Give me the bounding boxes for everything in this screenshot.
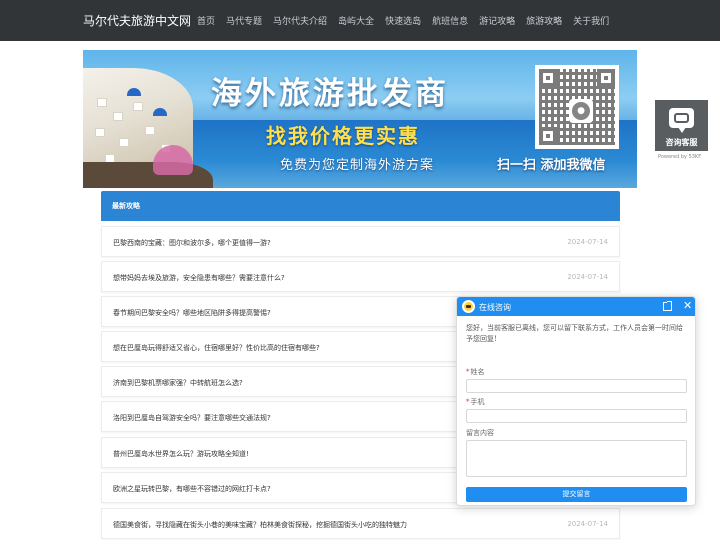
article-title[interactable]: 德国美食街，寻找隐藏在街头小巷的美味宝藏？柏林美食街探秘，挖掘德国街头小吃的独特… [113, 520, 407, 530]
top-navbar: 马尔代夫旅游中文网 首页 马代专题 马尔代夫介绍 岛屿大全 快速选岛 航班信息 … [0, 0, 720, 41]
article-date: 2024-07-14 [567, 273, 608, 281]
chat-title: 在线咨询 [479, 303, 511, 312]
consult-float-button[interactable]: 咨询客服 [655, 100, 708, 151]
article-title[interactable]: 巴黎西南的宝藏：图尔和波尔多，哪个更值得一游? [113, 238, 271, 248]
banner-note: 免费为您定制海外游方案 [280, 158, 435, 173]
latest-guides-title: 最新攻略 [112, 202, 140, 210]
consult-label: 咨询客服 [665, 138, 698, 147]
nav-item-quick-select[interactable]: 快速选岛 [385, 14, 421, 27]
article-row[interactable]: 巴黎西南的宝藏：图尔和波尔多，哪个更值得一游? 2024-07-14 [101, 226, 620, 257]
chat-header: 在线咨询 ✕ [457, 297, 695, 316]
banner-cliff [83, 162, 213, 188]
article-row[interactable]: 想带妈妈去埃及旅游，安全隐患有哪些？需要注意什么? 2024-07-14 [101, 261, 620, 292]
article-title[interactable]: 欧洲之星玩转巴黎，有哪些不容错过的网红打卡点? [113, 484, 271, 494]
article-row[interactable]: 德国美食街，寻找隐藏在街头小巷的美味宝藏？柏林美食街探秘，挖掘德国街头小吃的独特… [101, 508, 620, 539]
wechat-qr-code: ● [535, 65, 619, 149]
latest-guides-header: 最新攻略 [101, 191, 620, 221]
article-title[interactable]: 春节期间巴黎安全吗？哪些地区陷阱多得提高警惕? [113, 308, 271, 318]
nav-item-guides[interactable]: 旅游攻略 [526, 14, 562, 27]
content-label: 留言内容 [466, 429, 494, 437]
name-input[interactable] [466, 379, 687, 393]
name-label: *姓名 [466, 368, 485, 376]
banner-scan-text: 扫一扫 添加我微信 [497, 158, 606, 173]
article-title[interactable]: 济南到巴黎机票哪家强？中转航班怎么选? [113, 378, 243, 388]
banner-title: 海外旅游批发商 [211, 76, 449, 112]
article-title[interactable]: 想在巴厘岛玩得舒适又省心，住宿哪里好？性价比高的住宿有哪些? [113, 343, 320, 353]
main-nav: 首页 马代专题 马尔代夫介绍 岛屿大全 快速选岛 航班信息 游记攻略 旅游攻略 … [197, 14, 620, 27]
powered-by-text: Powered by 53KF [658, 154, 702, 160]
nav-item-travelogues[interactable]: 游记攻略 [479, 14, 515, 27]
article-title[interactable]: 普州巴厘岛水世界怎么玩？游玩攻略全知道! [113, 449, 249, 459]
offline-message: 您好，当前客服已离线，您可以留下联系方式，工作人员会第一时间给予您回复! [466, 324, 683, 343]
nav-item-topics[interactable]: 马代专题 [226, 14, 262, 27]
banner-subtitle: 找我价格更实惠 [266, 124, 420, 148]
nav-item-islands[interactable]: 岛屿大全 [338, 14, 374, 27]
chat-bubble-icon [669, 108, 694, 133]
article-title[interactable]: 洛阳到巴厘岛自驾游安全吗？要注意哪些交通法规? [113, 413, 271, 423]
phone-input[interactable] [466, 409, 687, 423]
phone-label: *手机 [466, 398, 485, 406]
close-icon[interactable]: ✕ [683, 299, 692, 313]
nav-item-flights[interactable]: 航班信息 [432, 14, 468, 27]
wechat-icon: ● [569, 99, 593, 123]
nav-item-about[interactable]: 关于我们 [573, 14, 609, 27]
article-date: 2024-07-14 [567, 238, 608, 246]
online-consult-panel: 在线咨询 ✕ 您好，当前客服已离线，您可以留下联系方式，工作人员会第一时间给予您… [456, 296, 696, 506]
submit-message-button[interactable]: 提交留言 [466, 487, 687, 502]
message-textarea[interactable] [466, 440, 687, 477]
maximize-icon[interactable] [663, 301, 672, 311]
chat-logo-icon [462, 300, 475, 313]
article-date: 2024-07-14 [567, 520, 608, 528]
article-title[interactable]: 想带妈妈去埃及旅游，安全隐患有哪些？需要注意什么? [113, 273, 285, 283]
nav-item-home[interactable]: 首页 [197, 14, 215, 27]
nav-item-intro[interactable]: 马尔代夫介绍 [273, 14, 327, 27]
site-brand[interactable]: 马尔代夫旅游中文网 [83, 12, 191, 29]
ad-banner[interactable]: 海外旅游批发商 找我价格更实惠 免费为您定制海外游方案 ● 扫一扫 添加我微信 [83, 50, 637, 188]
